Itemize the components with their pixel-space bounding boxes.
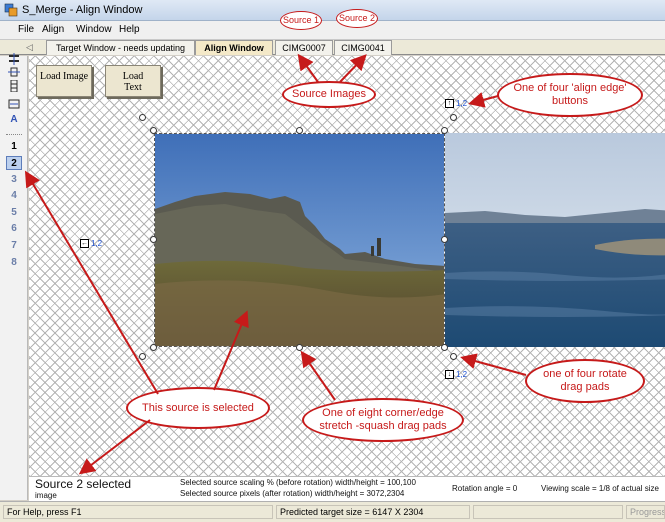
source-slot-4[interactable]: 4 [6,189,22,203]
tab-target-window[interactable]: Target Window - needs updating [46,40,195,55]
align-edge-top-button[interactable]: ↑ [445,99,454,108]
stretch-pad-bottom-left[interactable] [150,344,157,351]
align-edge-bottom-button[interactable]: ↓ [445,370,454,379]
align-edge-bottom-label: 1,2 [456,370,468,379]
selection-info-panel: Source 2 selected image Selected source … [29,476,665,501]
selected-source-type: image [35,491,57,500]
source-slot-8[interactable]: 8 [6,256,22,270]
stretch-pad-top-right[interactable] [441,127,448,134]
status-target-size: Predicted target size = 6147 X 2304 [276,505,470,519]
align-edge-left-button[interactable]: ← [80,239,89,248]
status-empty-pane [473,505,623,519]
app-icon [4,3,18,17]
source-slot-6[interactable]: 6 [6,222,22,236]
source-slot-5[interactable]: 5 [6,206,22,220]
load-text-label-prefix: Load [122,71,144,82]
source-images-callout: Source Images [282,81,376,108]
align-edge-callout: One of four 'align edge' buttons [497,73,643,117]
viewing-scale-info: Viewing scale = 1/8 of actual size [541,484,659,493]
source-slot-7[interactable]: 7 [6,239,22,253]
source-image-1[interactable] [154,133,445,347]
tab-align-window[interactable]: Align Window [195,40,273,55]
menu-bar: File Align Window Help [0,21,665,40]
menu-help[interactable]: Help [119,24,140,35]
text-icon[interactable]: A [8,114,20,126]
fit-width-icon[interactable] [8,98,20,110]
stretch-pad-right[interactable] [441,236,448,243]
menu-window[interactable]: Window [76,24,112,35]
sidebar-separator [6,134,22,135]
align-vertical-icon[interactable] [8,80,20,92]
stretch-pad-top[interactable] [296,127,303,134]
rotate-pad-callout: one of four rotate drag pads [525,359,645,403]
source-slot-3[interactable]: 3 [6,173,22,187]
stretch-pad-top-left[interactable] [150,127,157,134]
align-edge-left-label: 1,2 [91,239,103,248]
tab-cimg0007[interactable]: CIMG0007 [275,40,333,55]
status-bar: For Help, press F1 Predicted target size… [0,501,665,522]
menu-align[interactable]: Align [42,24,64,35]
stretch-pad-bottom-right[interactable] [441,344,448,351]
load-text-button[interactable]: Load Text [105,65,161,97]
rotate-pad-top-left[interactable] [139,114,146,121]
align-edge-top-label: 1,2 [456,99,468,108]
tab-bar: ◁ Target Window - needs updating Align W… [0,40,665,55]
rotate-pad-bottom-left[interactable] [139,353,146,360]
pixels-info: Selected source pixels (after rotation) … [180,489,405,498]
menu-file[interactable]: File [18,24,34,35]
stretch-pad-bottom[interactable] [296,344,303,351]
status-progress: Progress [626,505,665,519]
load-image-button[interactable]: Load Image [36,65,92,97]
rotation-info: Rotation angle = 0 [452,484,518,493]
tab-scroll-left-icon[interactable]: ◁ [26,42,33,53]
source-slot-1[interactable]: 1 [6,140,22,154]
selected-source-text: Source 2 selected [35,477,132,491]
align-horizontal-icon[interactable] [8,53,20,65]
tool-sidebar: A 1 2 3 4 5 6 7 8 [0,53,28,500]
scaling-info: Selected source scaling % (before rotati… [180,478,416,487]
rotate-pad-bottom-right[interactable] [450,353,457,360]
source-image-2[interactable] [445,133,665,347]
sea-photo [445,133,665,347]
selected-callout: This source is selected [126,387,270,429]
status-help: For Help, press F1 [3,505,273,519]
source-slot-2[interactable]: 2 [6,156,22,170]
stretch-pad-callout: One of eight corner/edge stretch -squash… [302,398,464,442]
title-bar: S_Merge - Align Window [0,0,665,21]
align-center-icon[interactable] [8,66,20,78]
load-text-label: Text [124,82,142,93]
cliff-photo [155,134,444,346]
stretch-pad-left[interactable] [150,236,157,243]
window-title: S_Merge - Align Window [22,4,143,16]
tab-cimg0041[interactable]: CIMG0041 [334,40,392,55]
source2-callout: Source 2 [336,9,378,28]
source1-callout: Source 1 [280,11,322,30]
rotate-pad-top-right[interactable] [450,114,457,121]
